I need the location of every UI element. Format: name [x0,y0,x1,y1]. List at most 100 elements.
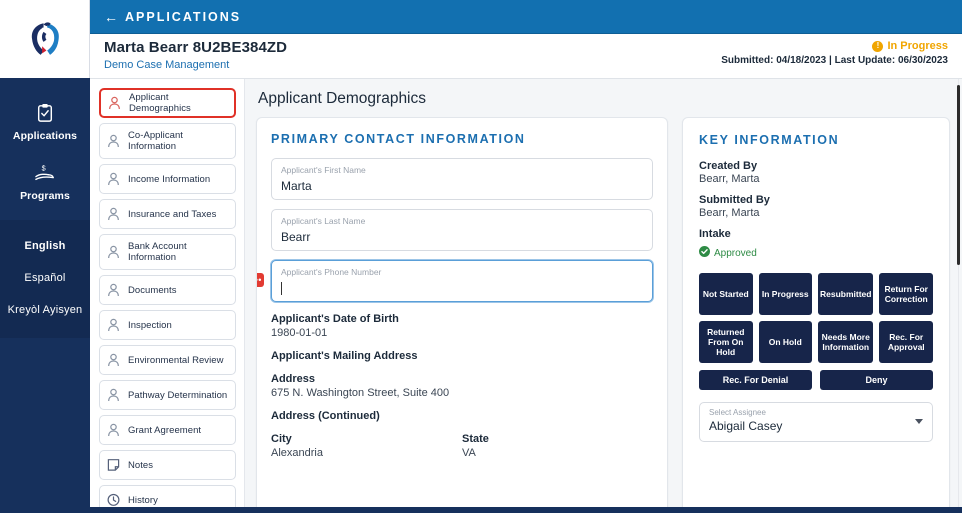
first-name-field-wrap: Applicant's First Name Marta [271,158,653,200]
phone-number-field-wrap: ••• Applicant's Phone Number [257,260,653,302]
phone-number-field[interactable]: Applicant's Phone Number [271,260,653,302]
sidebar-item-co-applicant-information[interactable]: Co-Applicant Information [99,123,236,159]
status-button-deny[interactable]: Deny [820,370,933,390]
state-value: VA [462,447,476,459]
rail-item-programs[interactable]: $ Programs [0,152,90,212]
address-continued-label: Address (Continued) [271,410,380,422]
case-status-block: ! In Progress Submitted: 04/18/2023 | La… [721,38,948,66]
sidebar-item-applicant-demographics[interactable]: Applicant Demographics [99,88,236,118]
window-bottom-strip [90,507,962,513]
top-bar: ← APPLICATIONS [90,0,962,34]
comment-flag-icon[interactable]: ••• [257,273,264,287]
city-value: Alexandria [271,447,323,459]
main-region: ← APPLICATIONS Marta Bearr 8U2BE384ZD De… [90,0,962,513]
last-name-field-wrap: Applicant's Last Name Bearr [271,209,653,251]
body: Applicant Demographics Co-Applicant Info… [90,78,962,513]
sidebar-item-label: Grant Agreement [128,424,202,436]
sidebar-item-income-information[interactable]: Income Information [99,164,236,194]
person-icon [107,207,121,221]
status-button-in-progress[interactable]: In Progress [758,273,812,315]
submitted-by-value: Bearr, Marta [699,207,760,219]
person-icon [107,318,121,332]
case-subheader: Marta Bearr 8U2BE384ZD Demo Case Managem… [90,34,962,78]
page-title: Marta Bearr 8U2BE384ZD [104,39,288,56]
left-rail: Applications $ Programs English Español … [0,0,90,513]
created-by-label: Created By [699,160,758,172]
primary-contact-card: PRIMARY CONTACT INFORMATION Applicant's … [256,117,668,513]
sidebar-item-bank-account-information[interactable]: Bank Account Information [99,234,236,270]
application-window: Applications $ Programs English Español … [0,0,962,513]
mailing-address-label: Applicant's Mailing Address [271,350,418,362]
assignee-select[interactable]: Select Assignee Abigail Casey [699,402,933,442]
last-name-label: Applicant's Last Name [281,216,366,226]
sidebar-item-inspection[interactable]: Inspection [99,310,236,340]
last-name-field[interactable]: Applicant's Last Name Bearr [271,209,653,251]
person-icon [107,245,121,259]
language-english[interactable]: English [0,230,90,262]
state-block: State VA [462,422,653,459]
content-area: Applicant Demographics PRIMARY CONTACT I… [245,79,962,513]
status-button-rec-for-approval[interactable]: Rec. For Approval [879,321,933,363]
person-icon [107,134,121,148]
created-by-value: Bearr, Marta [699,173,760,185]
scrollbar-thumb[interactable] [957,85,960,265]
person-icon [107,353,121,367]
language-kreyol[interactable]: Kreyòl Ayisyen [0,294,90,326]
sidebar-item-notes[interactable]: Notes [99,450,236,480]
sidebar-item-insurance-and-taxes[interactable]: Insurance and Taxes [99,199,236,229]
person-icon [107,423,121,437]
sidebar-item-label: Income Information [128,173,211,185]
phone-number-value [281,279,643,298]
person-icon [107,283,121,297]
submitted-by-label: Submitted By [699,194,770,206]
status-button-return-for-correction[interactable]: Return For Correction [879,273,933,315]
sidebar-item-environmental-review[interactable]: Environmental Review [99,345,236,375]
timestamps: Submitted: 04/18/2023 | Last Update: 06/… [721,55,948,66]
language-espanol[interactable]: Español [0,262,90,294]
back-to-applications-link[interactable]: ← APPLICATIONS [104,9,241,25]
rail-item-label: Applications [12,130,78,142]
person-icon [107,388,121,402]
city-label: City [271,433,292,445]
sidebar-item-grant-agreement[interactable]: Grant Agreement [99,415,236,445]
sidebar-item-pathway-determination[interactable]: Pathway Determination [99,380,236,410]
sidebar-item-label: Documents [128,284,177,296]
sidebar-item-documents[interactable]: Documents [99,275,236,305]
status-button-needs-more-information[interactable]: Needs More Information [818,321,874,363]
status-button-returned-from-on-hold[interactable]: Returned From On Hold [699,321,753,363]
text-caret [281,282,282,295]
sidebar-item-label: Bank Account Information [128,241,187,263]
chevron-down-icon [915,419,923,424]
first-name-field[interactable]: Applicant's First Name Marta [271,158,653,200]
check-circle-icon [699,244,710,262]
city-state-row: City Alexandria State VA [271,422,653,459]
rail-item-applications[interactable]: Applications [0,92,90,152]
city-block: City Alexandria [271,422,462,459]
status-button-resubmitted[interactable]: Resubmitted [818,273,874,315]
key-information-heading: KEY INFORMATION [699,133,840,147]
back-link-label: APPLICATIONS [125,9,242,24]
sidebar-item-label: Co-Applicant Information [128,130,183,152]
phone-number-label: Applicant's Phone Number [281,267,382,277]
dob-label: Applicant's Date of Birth [271,313,399,325]
intake-status: Approved [699,244,933,262]
status-button-not-started[interactable]: Not Started [699,273,753,315]
sidebar-item-label: Inspection [128,319,172,331]
section-nav: Applicant Demographics Co-Applicant Info… [90,79,245,513]
clock-icon [107,493,121,507]
primary-contact-heading: PRIMARY CONTACT INFORMATION [271,132,526,146]
sidebar-item-label: Notes [128,459,154,471]
rail-nav: Applications $ Programs [0,78,90,212]
sidebar-item-label: Applicant Demographics [129,92,191,114]
status-button-on-hold[interactable]: On Hold [758,321,812,363]
agency-bird-logo-icon [31,22,59,55]
sidebar-item-label: History [128,494,158,506]
status-button-rec-for-denial[interactable]: Rec. For Denial [699,370,812,390]
hand-money-icon: $ [34,160,56,186]
intake-status-label: Approved [714,247,757,259]
language-switcher: English Español Kreyòl Ayisyen [0,220,90,338]
sidebar-item-label: Pathway Determination [128,389,228,401]
status-button-grid: Not Started In Progress Resubmitted Retu… [699,273,933,363]
status-badge: ! In Progress [721,40,948,52]
case-subtitle[interactable]: Demo Case Management [104,59,287,72]
